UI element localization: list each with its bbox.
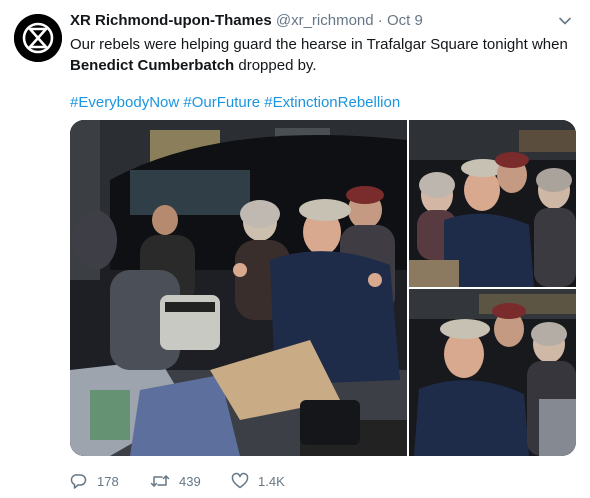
hashtag-link[interactable]: #EverybodyNow (70, 94, 179, 111)
reply-count: 178 (97, 473, 119, 489)
tweet-date[interactable]: Oct 9 (387, 12, 423, 29)
hashtag-link[interactable]: #ExtinctionRebellion (264, 94, 400, 111)
photo-group-close-up-1 (409, 120, 576, 287)
retweet-button[interactable]: 439 (150, 470, 201, 492)
author-handle[interactable]: @xr_richmond (276, 12, 374, 29)
like-button[interactable]: 1.4K (231, 470, 285, 492)
hashtag-link[interactable]: #OurFuture (183, 94, 260, 111)
header-separator: · (377, 12, 383, 29)
tweet-text: Our rebels were helping guard the hearse… (70, 34, 570, 76)
photo-group-with-actor (70, 120, 407, 456)
reply-icon (70, 474, 87, 489)
tweet-text-bold-name: Benedict Cumberbatch (70, 57, 235, 74)
extinction-logo-icon (14, 14, 62, 62)
author-name[interactable]: XR Richmond-upon-Thames (70, 12, 272, 29)
tweet-menu-button[interactable] (558, 14, 572, 28)
tweet-photo-3[interactable] (409, 289, 576, 456)
author-avatar[interactable] (14, 14, 62, 62)
tweet-text-line-2: Benedict Cumberbatch dropped by. (70, 55, 570, 76)
heart-icon (231, 472, 249, 489)
chevron-down-icon (559, 17, 571, 25)
like-count: 1.4K (258, 473, 285, 489)
tweet-hashtags: #EverybodyNow #OurFuture #ExtinctionRebe… (70, 92, 400, 113)
tweet-photo-1[interactable] (70, 120, 407, 456)
tweet-media-grid (70, 120, 576, 456)
tweet-text-line-1: Our rebels were helping guard the hearse… (70, 36, 568, 53)
tweet-header: XR Richmond-upon-Thames @xr_richmond · O… (70, 12, 550, 32)
tweet-card[interactable]: XR Richmond-upon-Thames @xr_richmond · O… (0, 0, 590, 498)
retweet-count: 439 (179, 473, 201, 489)
tweet-photo-2[interactable] (409, 120, 576, 287)
photo-group-close-up-2 (409, 289, 576, 456)
retweet-icon (150, 475, 170, 487)
reply-button[interactable]: 178 (70, 470, 119, 492)
tweet-text-line-2-rest: dropped by. (234, 57, 317, 74)
